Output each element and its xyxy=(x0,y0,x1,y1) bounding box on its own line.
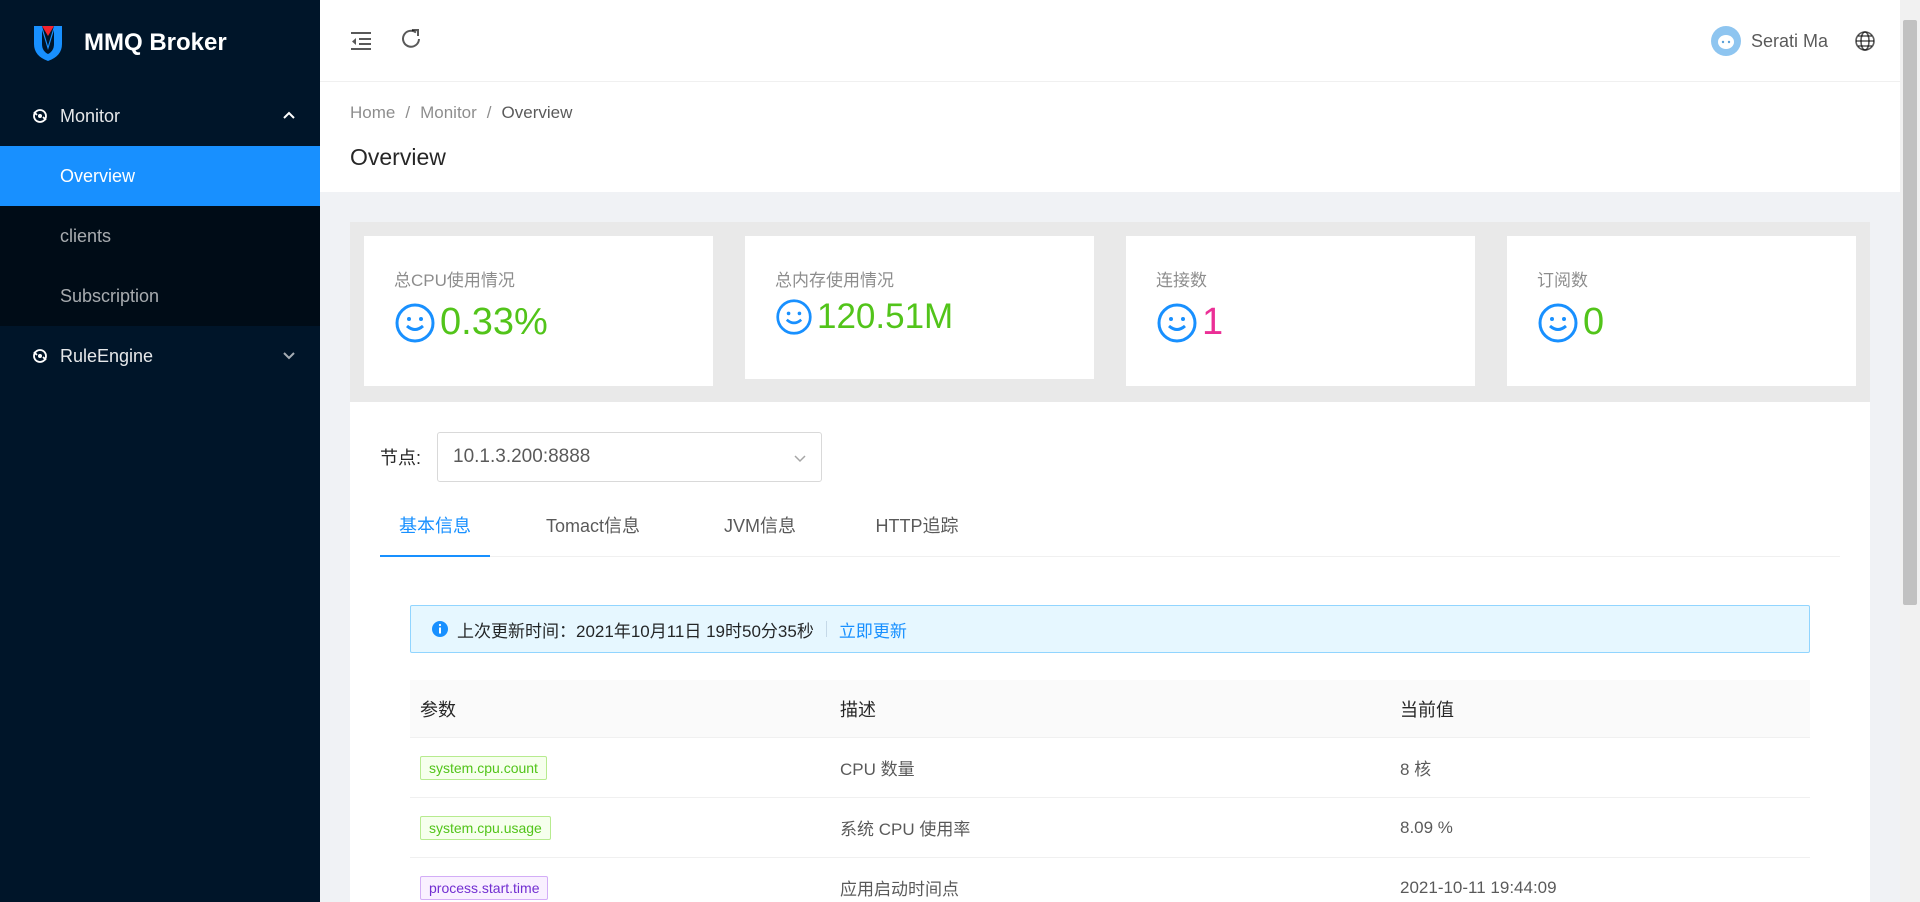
chevron-down-icon xyxy=(794,455,806,463)
stat-label: 总CPU使用情况 xyxy=(394,271,515,290)
stats-panel: 总CPU使用情况 0.33% 总内存使用情况 120.51M 连接数 1 订阅数… xyxy=(350,222,1870,402)
monitor-submenu: Overview clients Subscription xyxy=(0,146,320,326)
column-header-description: 描述 xyxy=(840,699,876,720)
param-tag: system.cpu.usage xyxy=(420,815,551,840)
update-now-link[interactable]: 立即更新 xyxy=(839,617,907,642)
stat-label: 总内存使用情况 xyxy=(775,271,894,290)
breadcrumb: Home / Monitor / Overview xyxy=(350,98,1870,128)
main-card: 节点: 10.1.3.200:8888 基本信息 Tomact信息 JVM信息 … xyxy=(350,402,1870,902)
node-label: 节点: xyxy=(380,448,422,468)
sidebar-item-label: Overview xyxy=(60,165,136,186)
alert-divider xyxy=(825,621,827,637)
table-header: 参数 描述 当前值 xyxy=(410,680,1810,738)
vertical-scrollbar[interactable] xyxy=(1900,0,1920,902)
page-header: Home / Monitor / Overview Overview xyxy=(320,82,1900,192)
stat-card-memory: 总内存使用情况 120.51M xyxy=(745,236,1094,379)
page-title: Overview xyxy=(350,144,446,170)
stat-value-subscriptions: 0 xyxy=(1583,301,1605,343)
sidebar: MMQ Broker Monitor Overview clients Subs… xyxy=(0,0,320,902)
globe-icon[interactable] xyxy=(1854,30,1876,52)
smile-icon xyxy=(395,303,435,342)
stat-value-row: 120.51M xyxy=(775,297,1064,337)
stat-value-row: 1 xyxy=(1156,301,1445,344)
app-title: MMQ Broker xyxy=(84,29,227,56)
table-row: system.cpu.count CPU 数量 8 核 xyxy=(410,738,1810,798)
chevron-up-icon xyxy=(283,111,295,119)
breadcrumb-separator: / xyxy=(486,103,492,122)
node-select-value: 10.1.3.200:8888 xyxy=(453,446,591,467)
param-tag: system.cpu.count xyxy=(420,755,547,780)
scrollbar-thumb[interactable] xyxy=(1903,20,1917,605)
breadcrumb-monitor[interactable]: Monitor xyxy=(420,103,477,123)
value-cell: 2021-10-11 19:44:09 xyxy=(1400,877,1557,897)
breadcrumb-separator: / xyxy=(405,103,411,122)
stat-label: 连接数 xyxy=(1156,271,1207,290)
info-icon xyxy=(432,621,448,637)
stat-value-row: 0.33% xyxy=(394,301,683,344)
sidebar-item-label: clients xyxy=(60,225,112,246)
sidebar-group-label: Monitor xyxy=(60,105,121,126)
smile-icon xyxy=(1538,303,1578,342)
param-cell: system.cpu.usage xyxy=(420,798,551,857)
sidebar-group-ruleengine[interactable]: RuleEngine xyxy=(0,326,320,386)
reload-icon[interactable] xyxy=(398,26,424,52)
table-row: system.cpu.usage 系统 CPU 使用率 8.09 % xyxy=(410,798,1810,858)
tab-http-trace[interactable]: HTTP追踪 xyxy=(857,502,977,557)
avatar-face-icon xyxy=(1717,35,1734,49)
stat-value-row: 0 xyxy=(1537,301,1826,344)
tab-tomcat-info[interactable]: Tomact信息 xyxy=(528,502,658,557)
user-menu[interactable]: Serati Ma xyxy=(1710,26,1828,56)
sidebar-item-overview[interactable]: Overview xyxy=(0,146,320,206)
node-select[interactable]: 10.1.3.200:8888 xyxy=(437,432,823,482)
sidebar-group-label: RuleEngine xyxy=(60,345,154,366)
stat-value-connections: 1 xyxy=(1202,301,1224,343)
sidebar-item-subscription[interactable]: Subscription xyxy=(0,266,320,326)
smile-icon xyxy=(1157,303,1197,342)
sidebar-item-clients[interactable]: clients xyxy=(0,206,320,266)
breadcrumb-current: Overview xyxy=(501,103,573,122)
param-tag: process.start.time xyxy=(420,875,549,900)
param-cell: process.start.time xyxy=(420,858,549,902)
stat-card-subscriptions: 订阅数 0 xyxy=(1507,236,1856,386)
tab-basic-info[interactable]: 基本信息 xyxy=(380,502,490,557)
sidebar-group-monitor[interactable]: Monitor xyxy=(0,86,320,146)
last-update-text: 上次更新时间：2021年10月11日 19时50分35秒 xyxy=(457,621,814,641)
stat-value-memory: 120.51M xyxy=(817,297,954,336)
value-cell: 8.09 % xyxy=(1400,817,1453,837)
value-cell: 8 核 xyxy=(1400,760,1432,779)
tab-jvm-info[interactable]: JVM信息 xyxy=(710,502,810,557)
menu-fold-icon[interactable] xyxy=(348,28,374,54)
avatar xyxy=(1710,26,1741,56)
monitor-icon xyxy=(33,109,47,123)
top-header: Serati Ma xyxy=(320,0,1900,82)
rule-engine-icon xyxy=(33,349,47,363)
tabs: 基本信息 Tomact信息 JVM信息 HTTP追踪 xyxy=(380,502,1840,557)
stat-value-cpu: 0.33% xyxy=(440,301,548,343)
smile-icon xyxy=(776,299,812,335)
column-header-param: 参数 xyxy=(420,699,456,720)
update-alert: 上次更新时间：2021年10月11日 19时50分35秒 立即更新 xyxy=(410,605,1810,653)
table-row: process.start.time 应用启动时间点 2021-10-11 19… xyxy=(410,858,1810,902)
description-cell: 应用启动时间点 xyxy=(840,880,959,899)
stat-card-connections: 连接数 1 xyxy=(1126,236,1475,386)
breadcrumb-home[interactable]: Home xyxy=(350,103,395,123)
username: Serati Ma xyxy=(1750,30,1828,51)
stat-card-cpu: 总CPU使用情况 0.33% xyxy=(364,236,713,386)
metrics-table: 参数 描述 当前值 system.cpu.count CPU 数量 8 核 sy… xyxy=(410,680,1810,902)
param-cell: system.cpu.count xyxy=(420,738,547,797)
chevron-down-icon xyxy=(283,352,295,360)
description-cell: CPU 数量 xyxy=(840,760,915,779)
sidebar-item-label: Subscription xyxy=(60,285,160,306)
node-selector-row: 节点: 10.1.3.200:8888 xyxy=(380,432,823,482)
description-cell: 系统 CPU 使用率 xyxy=(840,820,971,839)
column-header-value: 当前值 xyxy=(1400,699,1454,720)
logo[interactable]: MMQ Broker xyxy=(0,0,320,86)
logo-icon xyxy=(34,26,62,61)
stat-label: 订阅数 xyxy=(1537,271,1588,290)
